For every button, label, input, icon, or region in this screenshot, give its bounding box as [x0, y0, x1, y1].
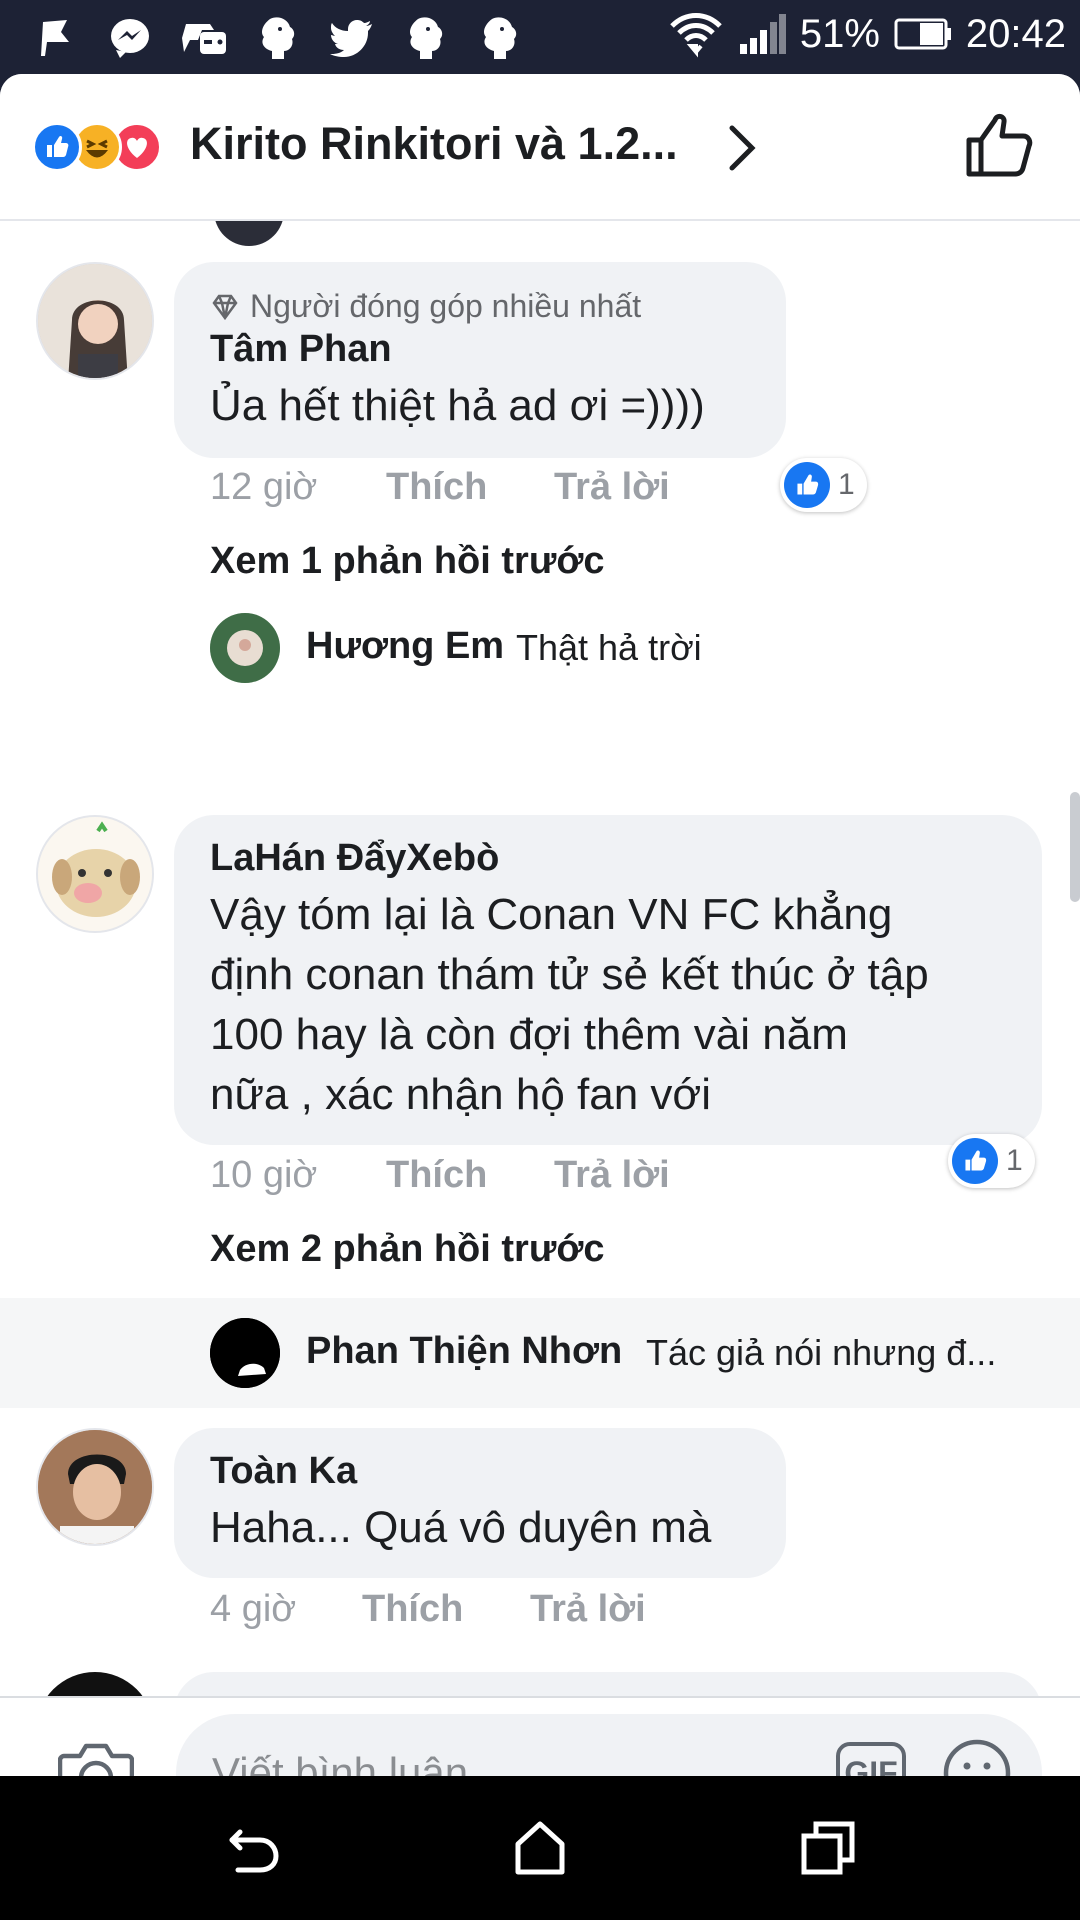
comment-author[interactable]: LaHán ĐẩyXebò: [210, 837, 499, 880]
back-icon[interactable]: [224, 1818, 284, 1878]
comment-actions: 4 giờ Thích Trả lời: [210, 1588, 646, 1631]
reply-button[interactable]: Trả lời: [554, 466, 670, 509]
diamond-icon: [212, 294, 238, 320]
comment-like-count[interactable]: 1: [780, 458, 867, 512]
battery-icon: [894, 18, 951, 50]
badge-label: Người đóng góp nhiều nhất: [250, 288, 642, 324]
system-nav-bar: [0, 1776, 1080, 1920]
wifi-icon: [670, 13, 722, 58]
avatar[interactable]: [210, 1318, 280, 1388]
like-reaction-icon: [32, 122, 82, 172]
notification-icons: [30, 14, 526, 62]
reaction-summary-icons: [32, 122, 182, 174]
avatar[interactable]: [36, 815, 154, 933]
reply-author[interactable]: Hương Em: [306, 625, 504, 668]
messenger-icon: [104, 14, 156, 62]
reactions-header[interactable]: Kirito Rinkitori và 1.2...: [0, 74, 1080, 221]
like-button[interactable]: Thích: [386, 466, 554, 509]
thumbs-up-icon[interactable]: [965, 110, 1035, 180]
comment-author[interactable]: Toàn Ka: [210, 1450, 357, 1493]
signal-icon: [739, 14, 786, 54]
comment-composer: GIF: [0, 1696, 1080, 1776]
comment-text-line: định conan thám tử sẻ kết thúc ở tập: [210, 950, 929, 999]
comment-time: 10 giờ: [210, 1154, 318, 1196]
top-fan-badge: Người đóng góp nhiều nhất: [210, 288, 641, 325]
reply-text: Tác giả nói nhưng đ...: [646, 1332, 997, 1373]
avatar[interactable]: [36, 262, 154, 380]
comment-text-line: 100 hay là còn đợi thêm vài năm: [210, 1010, 848, 1059]
view-previous-replies[interactable]: Xem 1 phản hồi trước: [210, 540, 605, 583]
like-reaction-icon: [952, 1138, 998, 1184]
comment-time: 4 giờ: [210, 1588, 297, 1630]
camera-icon[interactable]: [58, 1740, 134, 1776]
like-count-number: 1: [1006, 1144, 1023, 1177]
clock: 20:42: [965, 11, 1066, 56]
avatar[interactable]: [214, 220, 284, 246]
comment-feed[interactable]: Người đóng góp nhiều nhất Tâm Phan Ủa hế…: [0, 220, 1080, 1700]
comment-text-line: Vậy tóm lại là Conan VN FC khẳng: [210, 890, 893, 939]
like-reaction-icon: [784, 462, 830, 508]
comment-author[interactable]: Tâm Phan: [210, 328, 392, 371]
status-bar: 51% 20:42: [0, 0, 1080, 78]
reactor-summary[interactable]: Kirito Rinkitori và 1.2...: [190, 118, 678, 170]
comment-bubble[interactable]: LaHán ĐẩyXebò Vậy tóm lại là Conan VN FC…: [174, 815, 1042, 1145]
recent-apps-icon[interactable]: [798, 1818, 858, 1878]
avatar[interactable]: [36, 1428, 154, 1546]
flag-icon: [30, 14, 82, 62]
emoji-icon[interactable]: [942, 1738, 1012, 1776]
gif-button[interactable]: GIF: [836, 1742, 906, 1776]
comment-like-count[interactable]: 1: [948, 1134, 1035, 1188]
comment-time: 12 giờ: [210, 466, 318, 508]
comment-text: Vậy tóm lại là Conan VN FC khẳng định co…: [210, 885, 929, 1125]
comment-text: Haha... Quá vô duyên mà: [210, 1503, 712, 1552]
comment-input[interactable]: [176, 1714, 1042, 1776]
comment-bubble[interactable]: Người đóng góp nhiều nhất Tâm Phan Ủa hế…: [174, 262, 786, 458]
reply-button[interactable]: Trả lời: [554, 1154, 670, 1197]
comment-actions: 12 giờ Thích Trả lời: [210, 466, 670, 509]
comment-text: Ủa hết thiệt hả ad ơi =)))): [210, 381, 705, 430]
premier-league-icon: [474, 14, 526, 62]
like-button[interactable]: Thích: [362, 1588, 530, 1631]
battery-percent: 51%: [799, 11, 880, 56]
game-controller-icon: [178, 14, 230, 62]
like-count-number: 1: [838, 468, 855, 501]
twitter-icon: [326, 14, 378, 62]
reply-row[interactable]: Phan Thiện Nhơn Tác giả nói nhưng đ...: [0, 1298, 1080, 1408]
view-previous-replies[interactable]: Xem 2 phản hồi trước: [210, 1228, 605, 1271]
comments-sheet: Kirito Rinkitori và 1.2... Người đóng gó…: [0, 74, 1080, 1776]
scrollbar-thumb[interactable]: [1070, 792, 1080, 902]
home-icon[interactable]: [510, 1818, 570, 1878]
comment-bubble[interactable]: Toàn Ka Haha... Quá vô duyên mà: [174, 1428, 786, 1578]
premier-league-icon: [400, 14, 452, 62]
comment-actions: 10 giờ Thích Trả lời: [210, 1154, 670, 1197]
like-button[interactable]: Thích: [386, 1154, 554, 1197]
reply-row[interactable]: Hương Em Thật hả trời: [0, 595, 1080, 705]
reply-button[interactable]: Trả lời: [530, 1588, 646, 1631]
comment-text-line: nữa , xác nhận hộ fan với: [210, 1070, 712, 1119]
reply-author[interactable]: Phan Thiện Nhơn: [306, 1330, 622, 1373]
avatar[interactable]: [210, 613, 280, 683]
chevron-right-icon[interactable]: [712, 118, 772, 178]
premier-league-icon: [252, 14, 304, 62]
reply-text: Thật hả trời: [516, 627, 702, 668]
